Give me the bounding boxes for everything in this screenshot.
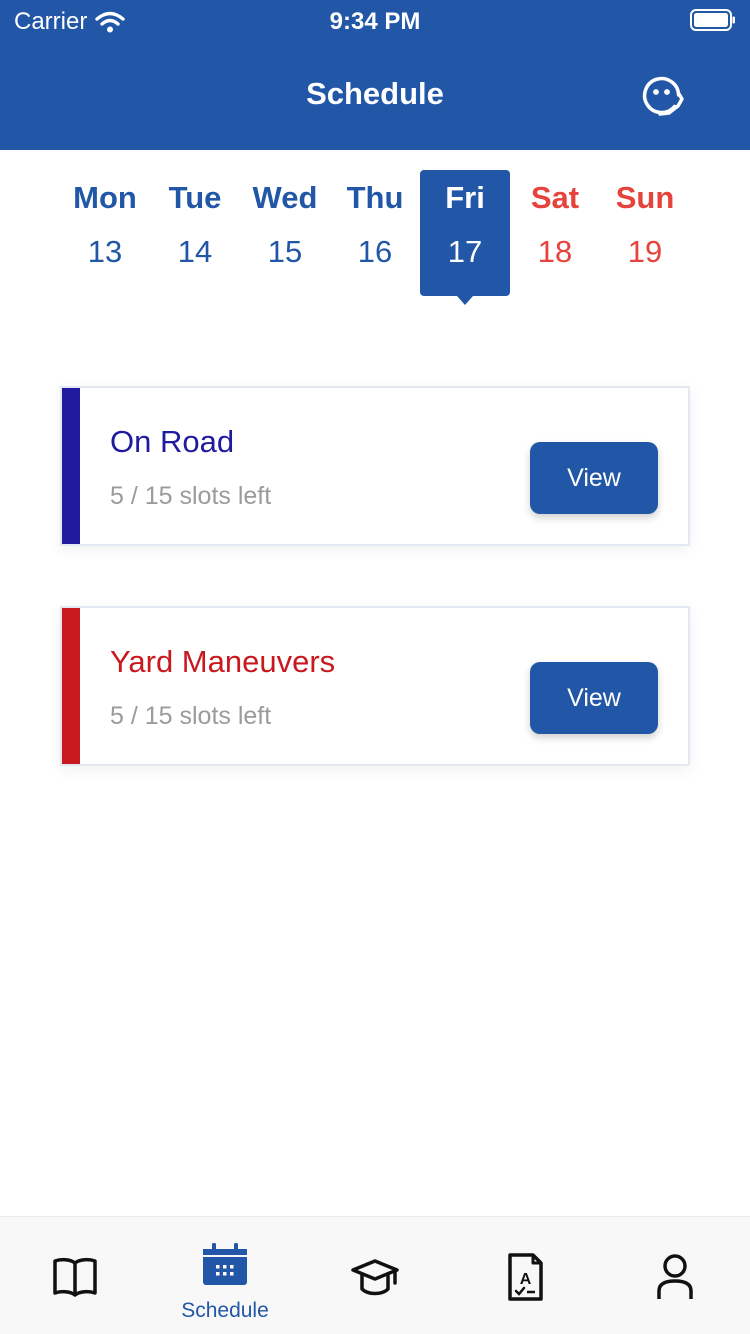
tab-bar: Schedule A — [0, 1216, 750, 1334]
session-color-bar — [62, 608, 80, 764]
status-time: 9:34 PM — [329, 8, 421, 35]
tab-grades[interactable]: A — [450, 1217, 600, 1334]
day-sun[interactable]: Sun 19 — [600, 170, 690, 296]
day-name: Sat — [530, 180, 580, 215]
day-thu[interactable]: Thu 16 — [330, 170, 420, 296]
person-icon — [657, 1254, 693, 1299]
day-name: Sun — [615, 180, 675, 215]
session-title: On Road — [110, 424, 235, 459]
view-button[interactable]: View — [530, 442, 658, 514]
day-date: 14 — [177, 234, 213, 269]
day-date: 13 — [87, 234, 123, 269]
session-card-yard-maneuvers: Yard Maneuvers 5 / 15 slots left View — [60, 606, 690, 766]
session-slots: 5 / 15 slots left — [110, 482, 272, 510]
battery-icon — [690, 9, 735, 31]
status-bar: Carrier 9:34 PM — [0, 0, 750, 40]
day-date: 16 — [357, 234, 393, 269]
book-icon — [53, 1257, 97, 1297]
tab-profile[interactable] — [600, 1217, 750, 1334]
graduation-cap-icon — [351, 1259, 399, 1296]
view-button[interactable]: View — [530, 662, 658, 734]
session-slots: 5 / 15 slots left — [110, 702, 272, 730]
svg-text:A: A — [520, 1271, 532, 1288]
day-name: Wed — [252, 180, 318, 215]
document-grade-icon: A — [508, 1253, 543, 1301]
day-date: 18 — [537, 234, 573, 269]
day-wed[interactable]: Wed 15 — [240, 170, 330, 296]
day-date: 17 — [447, 234, 483, 269]
header: Carrier 9:34 PM Schedule — [0, 0, 750, 150]
day-name: Fri — [445, 180, 485, 215]
day-date: 19 — [627, 234, 663, 269]
day-sat[interactable]: Sat 18 — [510, 170, 600, 296]
calendar-icon — [203, 1243, 247, 1285]
day-tue[interactable]: Tue 14 — [150, 170, 240, 296]
week-selector: Mon 13 Tue 14 Wed 15 Thu 16 Fri 17 Sat 1… — [60, 170, 690, 310]
tab-label: Schedule — [181, 1299, 269, 1322]
session-color-bar — [62, 388, 80, 544]
session-card-on-road: On Road 5 / 15 slots left View — [60, 386, 690, 546]
day-date: 15 — [267, 234, 303, 269]
day-name: Mon — [73, 180, 137, 215]
session-title: Yard Maneuvers — [110, 644, 336, 679]
support-agent-icon[interactable] — [638, 72, 686, 120]
tab-book[interactable] — [0, 1217, 150, 1334]
day-mon[interactable]: Mon 13 — [60, 170, 150, 296]
tab-courses[interactable] — [300, 1217, 450, 1334]
day-name: Thu — [346, 180, 404, 215]
tab-schedule[interactable]: Schedule — [150, 1217, 300, 1334]
day-name: Tue — [168, 180, 222, 215]
day-fri-selected[interactable]: Fri 17 — [420, 170, 510, 305]
